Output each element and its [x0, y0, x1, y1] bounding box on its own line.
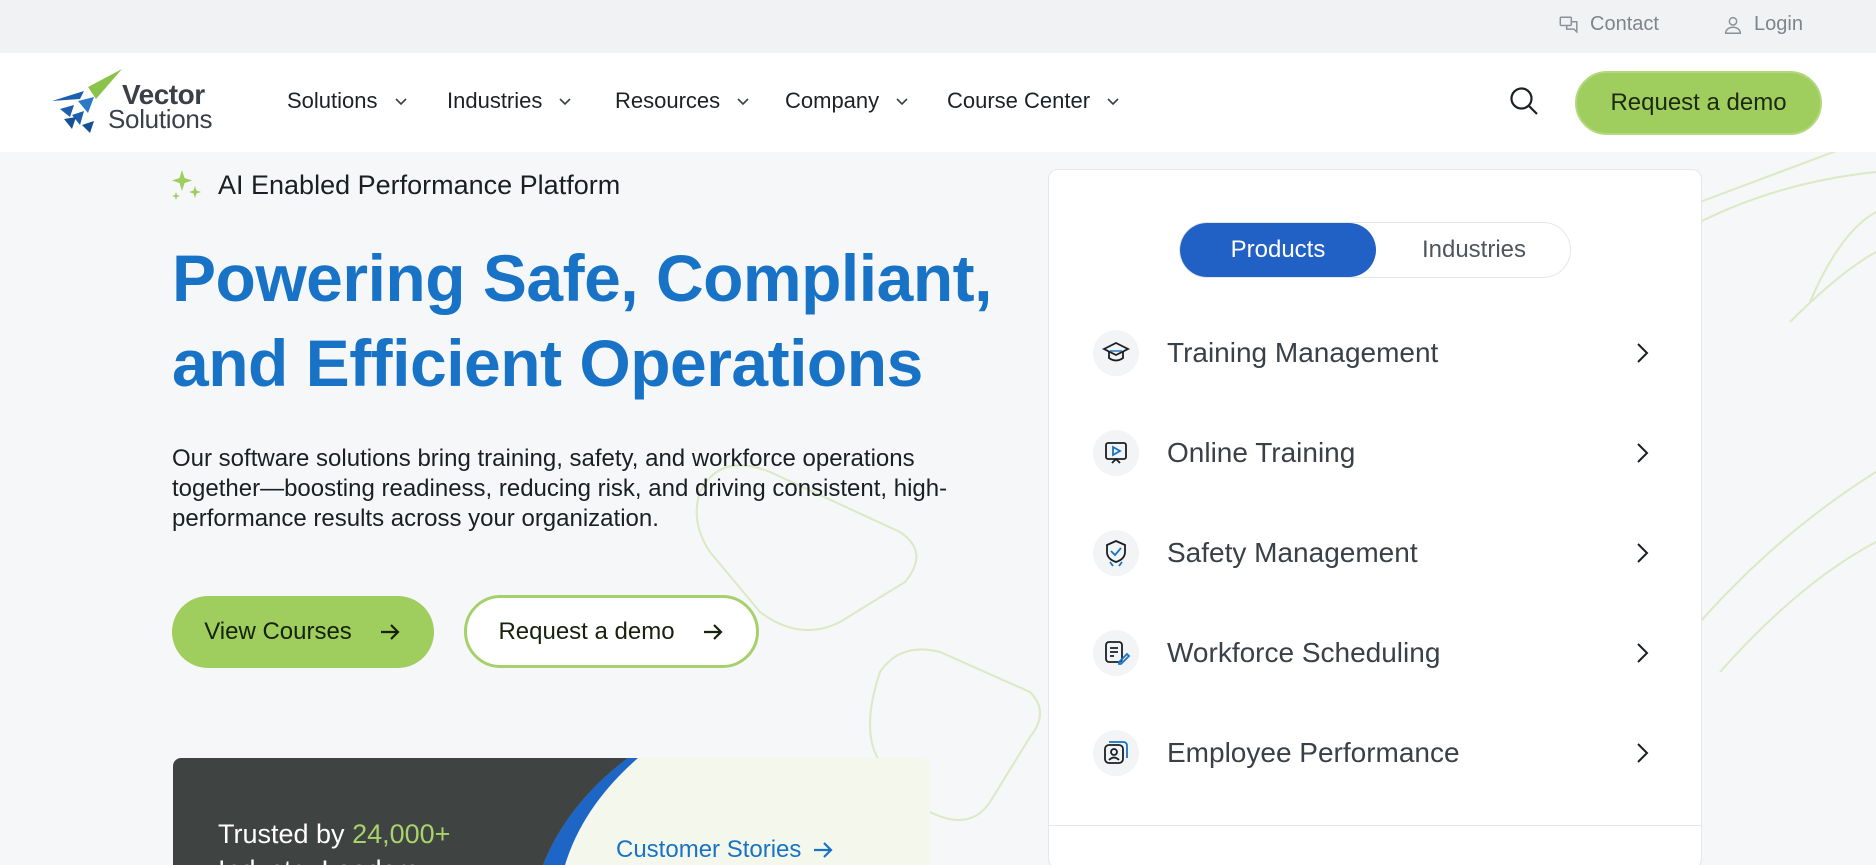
logo-text-solutions: Solutions: [108, 104, 213, 134]
product-label: Employee Performance: [1167, 737, 1460, 768]
nav-industries[interactable]: Industries: [447, 88, 572, 114]
panel-divider: [1049, 825, 1701, 826]
hero-description: Our software solutions bring training, s…: [172, 445, 948, 532]
tab-products[interactable]: Products: [1180, 223, 1376, 277]
chevron-right-icon: [1637, 743, 1649, 763]
product-label: Safety Management: [1167, 537, 1418, 568]
customer-stories-link[interactable]: Customer Stories: [616, 836, 835, 864]
arrow-right-icon: [814, 842, 833, 858]
chevron-down-icon: [896, 98, 908, 106]
shield-check-icon: [1093, 530, 1139, 576]
contact-link[interactable]: Contact: [1558, 13, 1659, 36]
contact-label: Contact: [1590, 13, 1659, 35]
chevron-down-icon: [1107, 98, 1119, 106]
user-icon: [1724, 16, 1742, 34]
chat-icon: [1559, 15, 1578, 34]
trust-number: 24,000+: [352, 819, 451, 849]
ai-badge-text: AI Enabled Performance Platform: [218, 169, 621, 200]
chevron-right-icon: [1637, 443, 1649, 463]
trust-line2: Industry Leaders: [218, 855, 419, 865]
chevron-down-icon: [737, 98, 749, 106]
hero-title-line1: Powering Safe, Compliant,: [172, 241, 992, 315]
employee-badge-icon: [1093, 730, 1139, 776]
customer-stories-label: Customer Stories: [616, 836, 802, 863]
nav-company-label: Company: [785, 88, 880, 113]
product-training-management[interactable]: Training Management: [1093, 318, 1653, 388]
request-demo-header-button[interactable]: Request a demo: [1575, 71, 1822, 135]
product-label: Training Management: [1167, 337, 1439, 368]
product-employee-performance[interactable]: Employee Performance: [1093, 718, 1653, 788]
video-play-icon: [1093, 430, 1139, 476]
nav-resources[interactable]: Resources: [615, 88, 750, 114]
nav-solutions[interactable]: Solutions: [287, 88, 408, 114]
schedule-edit-icon: [1093, 630, 1139, 676]
utility-bar: Contact Login: [0, 0, 1876, 53]
trust-card: Trusted by 24,000+ Industry Leaders Cust…: [173, 758, 930, 865]
trust-text: Trusted by 24,000+ Industry Leaders: [218, 816, 450, 865]
arrow-right-icon: [703, 623, 723, 640]
ai-badge: AI Enabled Performance Platform: [170, 168, 620, 202]
arrow-right-icon: [380, 624, 400, 640]
request-demo-hero-button[interactable]: Request a demo: [464, 595, 759, 668]
login-label: Login: [1754, 13, 1803, 35]
vector-solutions-logo[interactable]: Vector Solutions: [50, 67, 230, 137]
product-safety-management[interactable]: Safety Management: [1093, 518, 1653, 588]
nav-solutions-label: Solutions: [287, 88, 378, 113]
tab-industries[interactable]: Industries: [1378, 223, 1570, 277]
view-courses-button[interactable]: View Courses: [172, 596, 434, 668]
nav-course-center-label: Course Center: [947, 88, 1091, 113]
chevron-right-icon: [1637, 343, 1649, 363]
nav-company[interactable]: Company: [785, 88, 909, 114]
products-panel: Products Industries Training Management …: [1048, 169, 1702, 865]
main-navigation: Vector Solutions Solutions Industries Re…: [0, 53, 1876, 152]
product-label: Workforce Scheduling: [1167, 637, 1441, 668]
nav-resources-label: Resources: [615, 88, 721, 113]
view-courses-label: View Courses: [204, 618, 352, 645]
hero-title: Powering Safe, Compliant, and Efficient …: [172, 236, 1022, 406]
request-demo-hero-label: Request a demo: [498, 617, 675, 645]
nav-course-center[interactable]: Course Center: [947, 88, 1120, 114]
chevron-right-icon: [1637, 543, 1649, 563]
product-online-training[interactable]: Online Training: [1093, 418, 1653, 488]
panel-tab-toggle: Products Industries: [1179, 222, 1571, 278]
sparkle-icon: [172, 170, 201, 200]
product-workforce-scheduling[interactable]: Workforce Scheduling: [1093, 618, 1653, 688]
chevron-down-icon: [559, 98, 571, 106]
search-icon[interactable]: [1508, 85, 1540, 117]
hero-title-line2: and Efficient Operations: [172, 326, 923, 400]
product-label: Online Training: [1167, 437, 1356, 468]
trust-prefix: Trusted by: [218, 819, 353, 849]
graduation-cap-icon: [1093, 330, 1139, 376]
login-link[interactable]: Login: [1722, 13, 1803, 36]
chevron-right-icon: [1637, 643, 1649, 663]
nav-industries-label: Industries: [447, 88, 543, 113]
chevron-down-icon: [394, 98, 407, 106]
